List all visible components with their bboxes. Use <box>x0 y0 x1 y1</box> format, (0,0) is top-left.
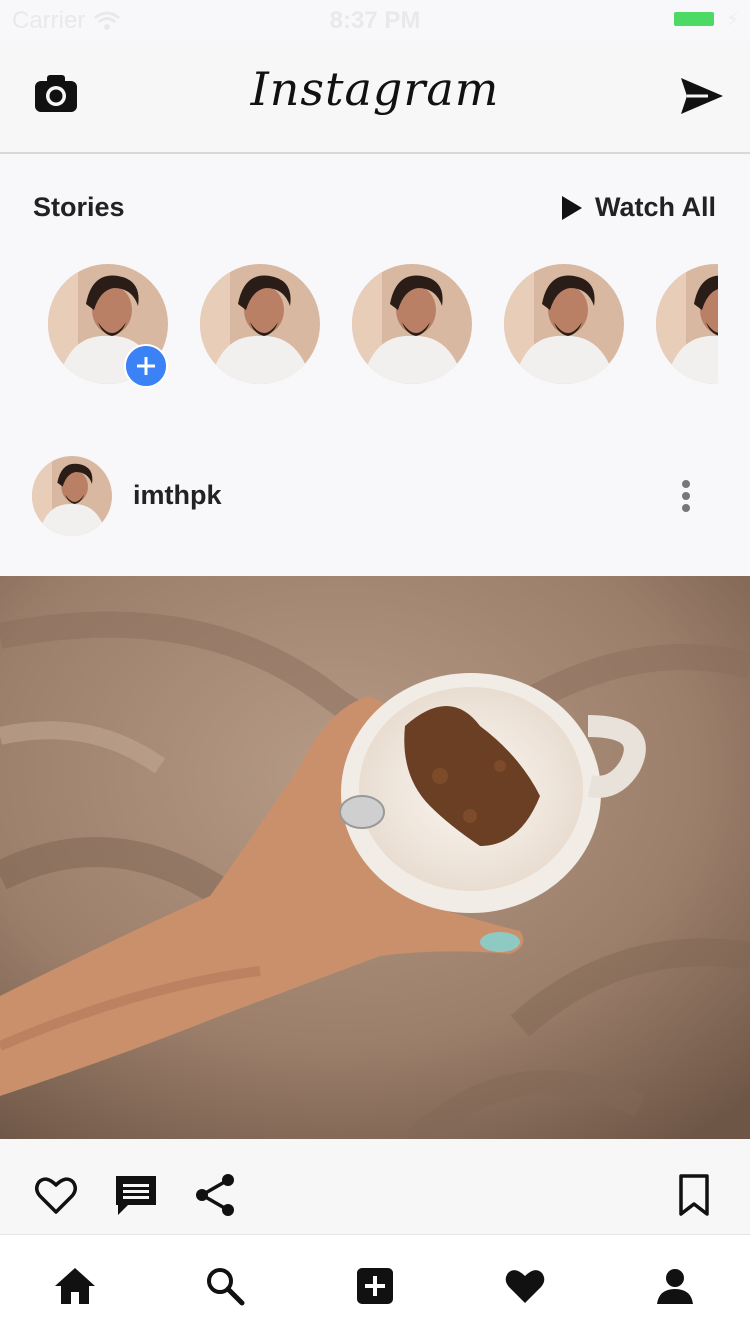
post-username[interactable]: imthpk <box>133 480 222 511</box>
coffee-photo <box>0 576 750 1139</box>
activity-heart-icon[interactable] <box>504 1265 546 1307</box>
comment-icon[interactable] <box>114 1173 158 1217</box>
share-icon[interactable] <box>194 1173 238 1217</box>
bottom-tab-bar <box>0 1234 750 1335</box>
story-avatar[interactable] <box>200 264 320 384</box>
battery-icon <box>674 12 714 26</box>
bookmark-icon[interactable] <box>672 1173 716 1217</box>
heart-icon[interactable] <box>34 1173 78 1217</box>
search-icon[interactable] <box>204 1265 246 1307</box>
watch-all-label: Watch All <box>595 192 716 222</box>
top-navigation-bar: Instagram <box>0 40 750 154</box>
add-icon[interactable] <box>354 1265 396 1307</box>
story-avatar[interactable] <box>504 264 624 384</box>
avatar <box>32 456 112 536</box>
status-time: 8:37 PM <box>329 7 421 34</box>
status-bar: Carrier 8:37 PM ⚡ <box>0 0 750 40</box>
charging-icon: ⚡ <box>725 9 740 31</box>
post-author-avatar[interactable] <box>32 456 112 536</box>
post-image[interactable] <box>0 576 750 1139</box>
avatar <box>504 264 624 384</box>
add-story-plus-icon[interactable] <box>124 344 168 388</box>
play-icon <box>562 195 582 220</box>
app-logo: Instagram <box>250 62 500 116</box>
stories-section: Stories Watch All <box>0 154 750 420</box>
stories-title: Stories <box>33 192 125 222</box>
story-avatar-partial[interactable] <box>656 264 718 384</box>
avatar <box>200 264 320 384</box>
post-header: imthpk <box>0 430 750 576</box>
story-avatar[interactable] <box>352 264 472 384</box>
post-actions-bar <box>0 1139 750 1234</box>
avatar <box>656 264 718 384</box>
profile-icon[interactable] <box>654 1265 696 1307</box>
avatar <box>352 264 472 384</box>
more-vertical-icon[interactable] <box>676 478 696 518</box>
home-icon[interactable] <box>54 1265 96 1307</box>
send-icon[interactable] <box>680 76 724 116</box>
watch-all-button[interactable]: Watch All <box>561 192 716 223</box>
